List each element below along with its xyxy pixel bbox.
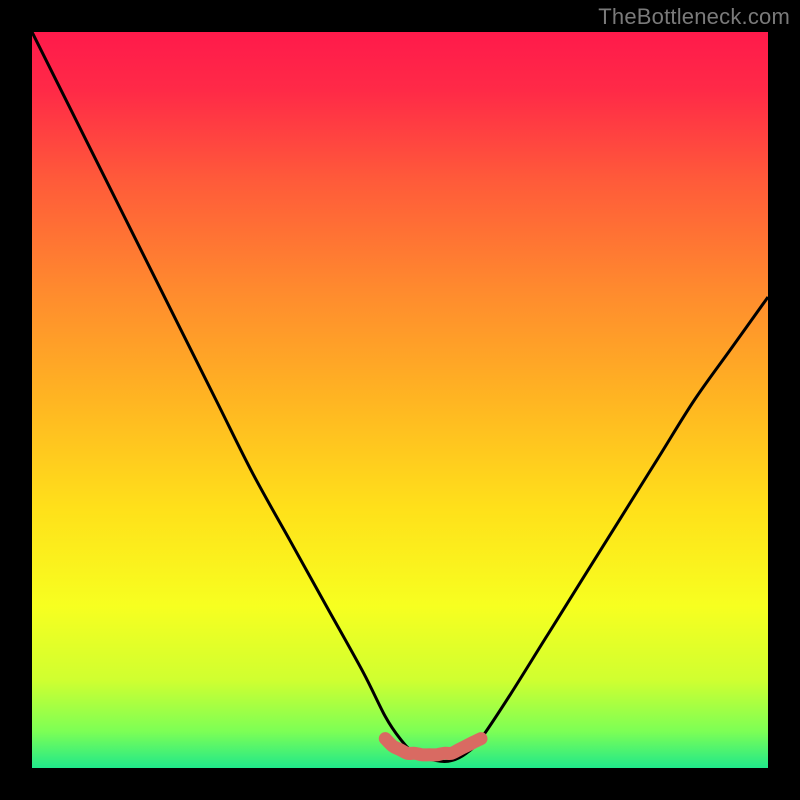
chart-plot-area: [32, 32, 768, 768]
chart-svg: [32, 32, 768, 768]
chart-frame: TheBottleneck.com: [0, 0, 800, 800]
gradient-background: [32, 32, 768, 768]
watermark-text: TheBottleneck.com: [598, 4, 790, 30]
